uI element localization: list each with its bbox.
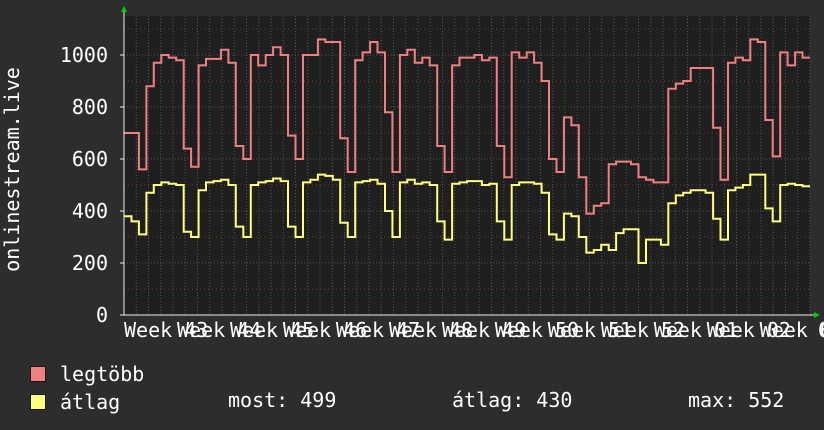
y-tick-label: 800	[72, 95, 108, 119]
legend-label-legtobb: legtöbb	[60, 362, 145, 386]
legend-item-legtobb: legtöbb	[30, 362, 144, 386]
legend-swatch-legtobb	[30, 366, 46, 382]
stat-max: max: 552	[688, 388, 785, 412]
y-tick-label: 1000	[60, 43, 108, 67]
legend-label-atlag: átlag	[60, 390, 121, 414]
stat-current: most: 499	[228, 388, 337, 412]
stat-average: átlag: 430	[452, 388, 573, 412]
y-tick-label: 400	[72, 199, 108, 223]
legend-item-atlag: átlag	[30, 390, 120, 414]
legend-swatch-atlag	[30, 394, 46, 410]
y-axis-label: onlinestream.live	[0, 67, 24, 272]
x-tick-label: Week 03	[760, 318, 824, 340]
y-tick-label: 600	[72, 147, 108, 171]
y-tick-label: 0	[96, 303, 108, 327]
y-tick-label: 200	[72, 251, 108, 275]
x-tick-label: 0	[818, 318, 824, 340]
y-axis-arrow	[121, 6, 127, 12]
plot-area	[124, 16, 810, 315]
chart: 02004006008001000Week 43Week 44Week 45We…	[0, 6, 824, 340]
